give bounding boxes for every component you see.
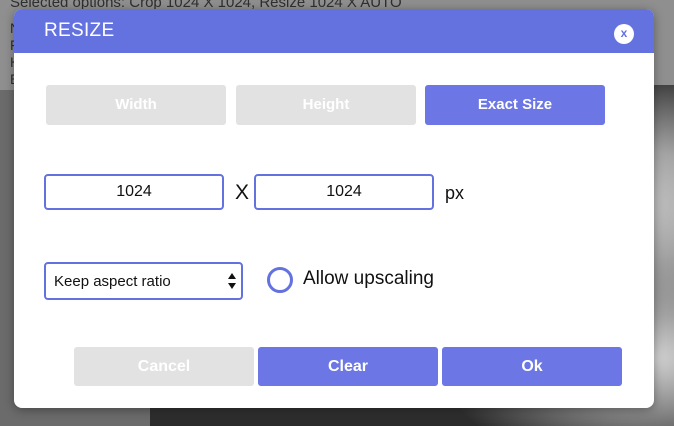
tab-exact-size[interactable]: Exact Size	[425, 85, 605, 125]
resize-dialog: RESIZE x Width Height Exact Size X px Ke…	[14, 9, 654, 408]
width-input[interactable]	[44, 174, 224, 210]
tab-width[interactable]: Width	[46, 85, 226, 125]
tab-height[interactable]: Height	[236, 85, 416, 125]
unit-label: px	[445, 183, 465, 203]
cancel-button[interactable]: Cancel	[74, 347, 254, 386]
select-updown-icon	[228, 273, 236, 289]
clear-button[interactable]: Clear	[258, 347, 438, 386]
close-button[interactable]: x	[614, 24, 634, 44]
dialog-title: RESIZE	[44, 20, 115, 41]
ok-button[interactable]: Ok	[442, 347, 622, 386]
allow-upscaling-radio[interactable]	[267, 267, 293, 293]
allow-upscaling-label: Allow upscaling	[303, 268, 434, 289]
dialog-header: RESIZE x	[14, 9, 654, 53]
aspect-ratio-selected-value: Keep aspect ratio	[54, 273, 171, 290]
dimension-separator: X	[235, 181, 250, 204]
aspect-ratio-select[interactable]: Keep aspect ratio	[44, 262, 243, 300]
height-input[interactable]	[254, 174, 434, 210]
